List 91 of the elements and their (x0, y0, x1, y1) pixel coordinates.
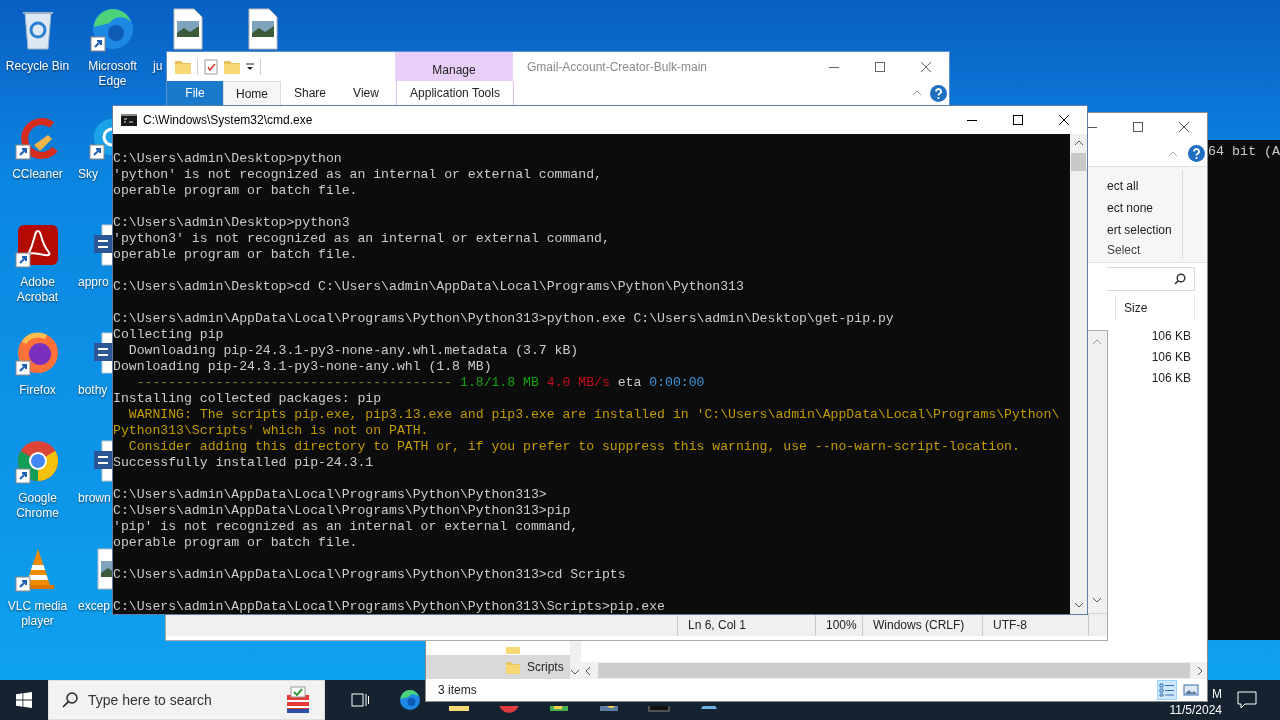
maximize-icon (1013, 115, 1023, 125)
console-line: operable program or batch file. (113, 183, 358, 199)
window-title: C:\Windows\System32\cmd.exe (143, 113, 314, 127)
console-line: C:\Users\admin\AppData\Local\Programs\Python\Python313>python.exe C:\Users\admin\Desktop\get-pip.py (113, 311, 894, 327)
chat-bubble-icon (1237, 691, 1257, 709)
progress-line: ---------------------------------------- 1.8/1.8 MB 4.0 MB/s eta 0:00:00 (135, 375, 705, 391)
console-line: C:\Users\admin\AppData\Local\Programs\Python\Python313> (113, 487, 547, 503)
console-line: 'pip' is not recognized as an internal or external command, (113, 519, 579, 535)
console-line: Downloading pip-24.3.1-py3-none-any.whl (1.8 MB) (113, 359, 492, 375)
console-line: C:\Users\admin\AppData\Local\Programs\Python\Python313\Scripts>pip.exe (113, 599, 665, 614)
help-icon[interactable] (930, 84, 947, 102)
properties-icon[interactable] (204, 58, 218, 75)
close-icon (1179, 122, 1189, 132)
icon-label[interactable]: bothy (77, 383, 108, 398)
ribbon-group-label: Select (1106, 243, 1142, 259)
nav-item[interactable]: Scripts (426, 655, 570, 679)
scrollbar-thumb[interactable] (1071, 153, 1086, 171)
close-icon (1059, 115, 1069, 125)
search-field[interactable] (1107, 267, 1195, 291)
console-line: C:\Users\admin\AppData\Local\Programs\Python\Python313>cd Scripts (113, 567, 626, 583)
collapse-ribbon-icon[interactable] (912, 90, 922, 96)
console-line: Installing collected packages: pip (113, 391, 382, 407)
console-warning-line: Consider adding this directory to PATH or, if you prefer to suppress this warning, use --no-warn-script-location. (127, 439, 1020, 455)
ribbon-command[interactable]: ert selection (1107, 223, 1172, 237)
icon-label[interactable]: VLC media player (1, 599, 74, 629)
search-icon (62, 692, 78, 708)
console-icon (647, 706, 671, 715)
file-size: 106 KB (1150, 370, 1192, 385)
console-line: 'python' is not recognized as an internal or external command, (113, 167, 602, 183)
task-view-icon (350, 691, 370, 709)
context-tab-header: Manage (395, 52, 513, 81)
status-text: 3 items (438, 683, 477, 697)
column-header[interactable]: Size (1124, 300, 1148, 315)
icon-label[interactable]: Microsoft Edge (76, 59, 149, 89)
console-icon (121, 114, 137, 126)
icon-label[interactable]: Sky (77, 167, 98, 182)
console-warning-line: WARNING: The scripts pip.exe, pip3.13.exe and pip3.exe are installed in 'C:\Users\admin\AppData\Local\Programs\Python\ (127, 407, 1060, 423)
search-field[interactable]: Type here to search (48, 680, 325, 720)
console-line: C:\Users\admin\AppData\Local\Programs\Python\Python313>pip (113, 503, 571, 519)
console-line: 'python3' is not recognized as an internal or external command, (113, 231, 610, 247)
console-line: operable program or batch file. (113, 535, 358, 551)
icon-label[interactable]: ju (152, 59, 163, 74)
icon-label[interactable]: Recycle Bin (1, 59, 74, 74)
ribbon-command[interactable]: ect none (1107, 201, 1154, 215)
console-line: Downloading pip-24.3.1-py3-none-any.whl.metadata (3.7 kB) (127, 343, 579, 359)
file-tab[interactable]: File (167, 81, 223, 105)
folder-icon (506, 647, 520, 654)
new-folder-icon (224, 59, 240, 74)
icon-label[interactable]: CCleaner (1, 167, 74, 182)
ribbon-tab[interactable]: Application Tools (396, 81, 514, 105)
clock-date[interactable]: 11/5/2024 (1169, 702, 1222, 718)
horizontal-scrollbar[interactable] (581, 662, 1207, 679)
icon-label[interactable]: Adobe Acrobat (1, 275, 74, 305)
help-icon[interactable] (1188, 145, 1205, 162)
picture-icon (1183, 683, 1199, 697)
ribbon-command[interactable]: ect all (1107, 179, 1139, 193)
status-text: Windows (CRLF) (873, 618, 965, 632)
windows-logo-icon (16, 692, 32, 708)
console-line: Successfully installed pip-24.3.1 (113, 455, 374, 471)
status-text: 100% (826, 618, 857, 632)
folder-icon (506, 660, 520, 674)
status-text: UTF-8 (993, 618, 1027, 632)
console-line: 64 bit (A (1208, 144, 1280, 159)
console-line: C:\Users\admin\Desktop>python3 (113, 215, 350, 231)
console-line: C:\Users\admin\Desktop>python (113, 151, 342, 167)
folder-icon (175, 59, 191, 74)
icon-label[interactable]: Google Chrome (1, 491, 74, 521)
close-icon (921, 61, 931, 72)
icon-label[interactable]: appro (77, 275, 109, 290)
scrollbar[interactable] (1070, 134, 1087, 614)
window-title: Gmail-Account-Creator-Bulk-main (526, 58, 709, 76)
console-line: Collecting pip (113, 327, 224, 343)
maximize-icon (875, 61, 885, 72)
details-icon (1159, 683, 1175, 697)
console-line: operable program or batch file. (113, 247, 358, 263)
details-view-button[interactable] (1157, 680, 1177, 700)
console-warning-line: Python313\Scripts' which is not on PATH. (113, 423, 429, 439)
console-line: C:\Users\admin\Desktop>cd C:\Users\admin\AppData\Local\Programs\Python\Python313 (113, 279, 744, 295)
dropdown-icon[interactable] (246, 62, 254, 71)
icon-label[interactable]: brown (77, 491, 111, 506)
clock-time[interactable]: M (1212, 686, 1222, 702)
ribbon-tab[interactable]: Home (223, 81, 281, 105)
icon-label[interactable]: excep (77, 599, 111, 614)
file-size: 106 KB (1150, 349, 1192, 364)
icon-label[interactable]: Firefox (1, 383, 74, 398)
file-size: 106 KB (1150, 328, 1192, 343)
scrollbar[interactable] (1087, 331, 1107, 613)
maximize-icon (1133, 122, 1143, 132)
browser-icon (398, 688, 422, 712)
status-text: Ln 6, Col 1 (688, 618, 747, 632)
search-icon (1174, 273, 1186, 285)
